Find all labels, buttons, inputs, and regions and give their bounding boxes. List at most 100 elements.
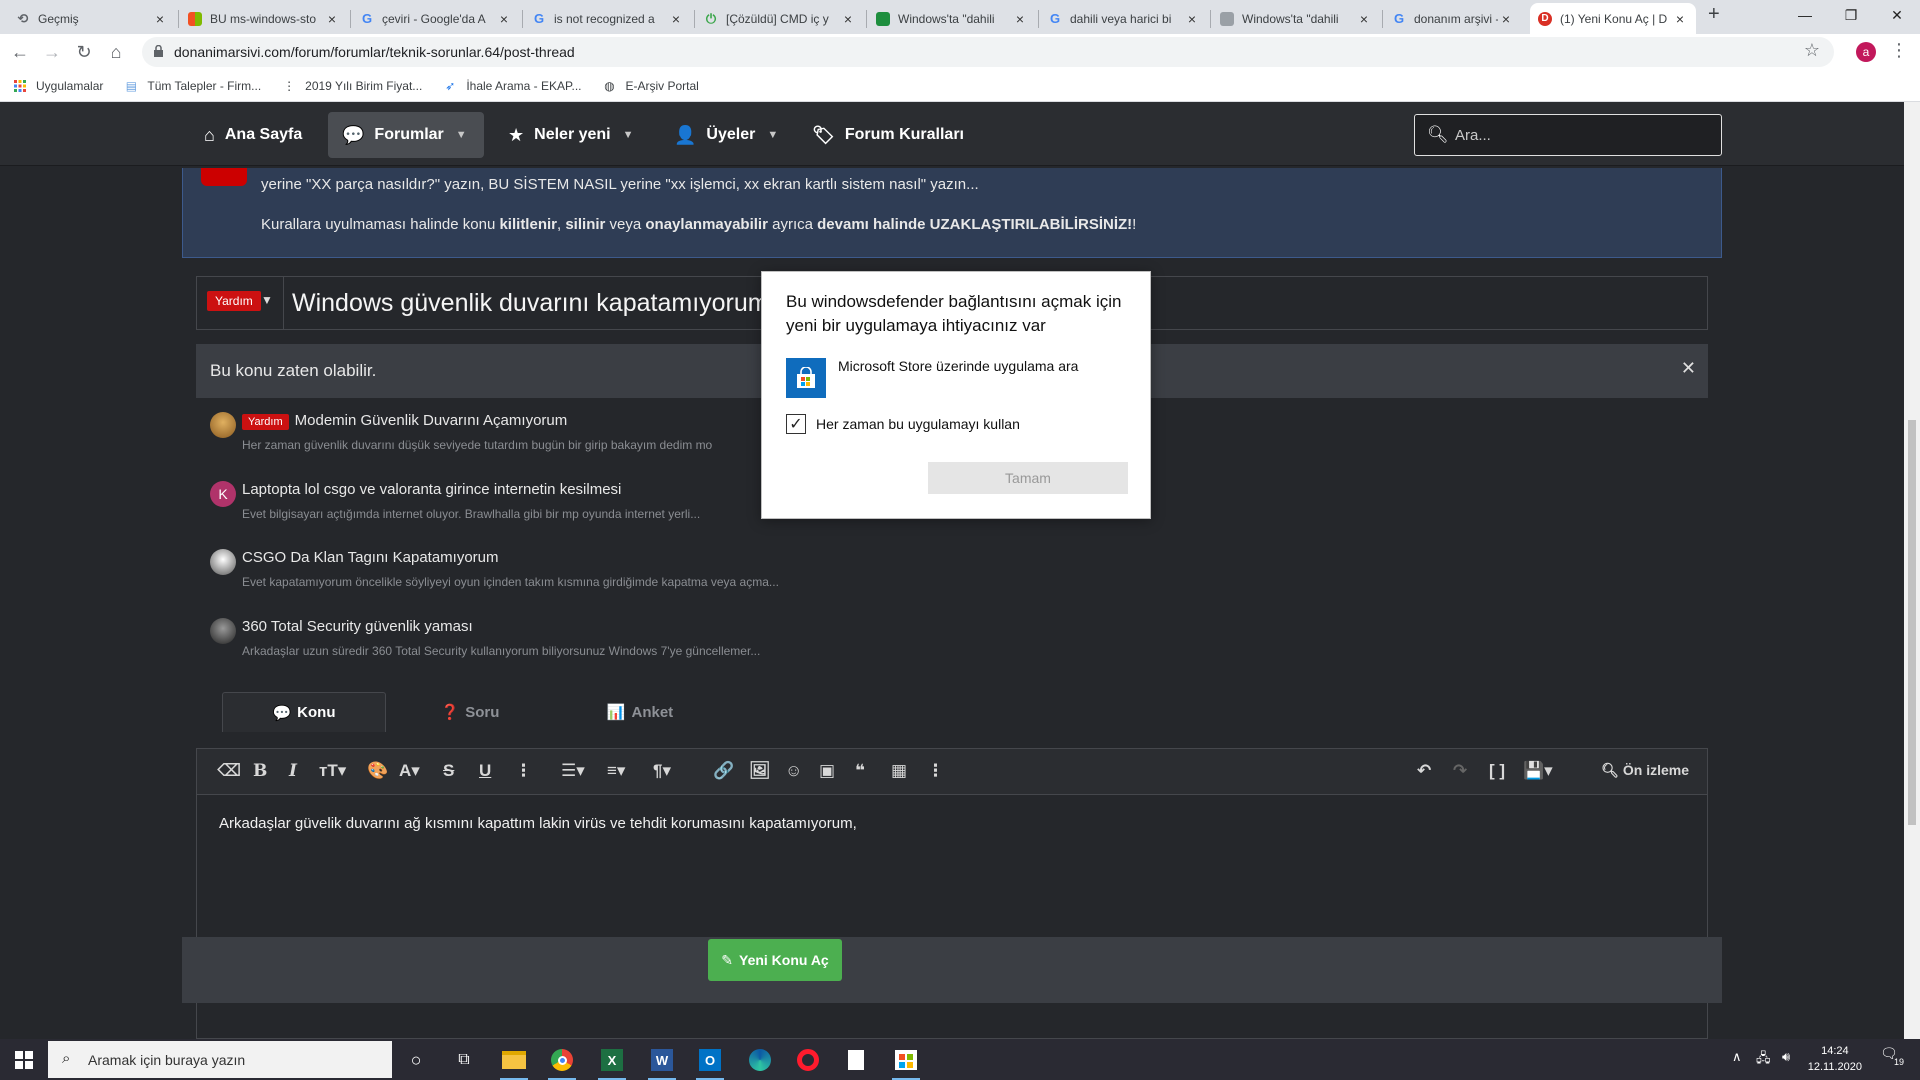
close-tab-icon[interactable]: ×	[496, 11, 512, 27]
similar-thread-item[interactable]: CSGO Da Klan Tagını Kapatamıyorum Evet k…	[210, 545, 1110, 605]
bookmark-star-icon[interactable]: ☆	[1804, 40, 1820, 61]
tab-google-donanim-arsivi[interactable]: G donanım arşivi - Go ×	[1384, 3, 1522, 34]
bookmark-ekap[interactable]: ➶ İhale Arama - EKAP...	[442, 79, 581, 93]
smiley-icon[interactable]: ☺	[785, 761, 802, 781]
undo-icon[interactable]: ↶	[1417, 761, 1431, 781]
notification-center-icon[interactable]: 🗨 19	[1880, 1045, 1908, 1073]
list-icon[interactable]: ☰▾	[561, 761, 585, 781]
microsoft-store-icon[interactable]	[786, 358, 826, 398]
close-tab-icon[interactable]: ×	[1012, 11, 1028, 27]
forum-search-input[interactable]: 🔍︎ Ara...	[1414, 114, 1722, 156]
tab-google-ceviri[interactable]: G çeviri - Google'da A ×	[352, 3, 520, 34]
submit-thread-button[interactable]: ✎ Yeni Konu Aç	[708, 939, 842, 981]
always-use-label[interactable]: Her zaman bu uygulamayı kullan	[816, 416, 1020, 432]
task-view-icon[interactable]: ⧉	[444, 1043, 484, 1077]
tab-anket[interactable]: 📊 Anket	[570, 692, 710, 732]
ok-button[interactable]: Tamam	[928, 462, 1128, 494]
tab-konu[interactable]: 💬 Konu	[222, 692, 386, 732]
menu-kebab-icon[interactable]: ⋮	[1890, 40, 1908, 61]
preview-button[interactable]: 🔍︎ Ön izleme	[1601, 762, 1689, 779]
network-icon[interactable]: 🖧	[1756, 1049, 1771, 1071]
fullscreen-icon[interactable]: [ ]	[1489, 761, 1505, 781]
minimize-button[interactable]: —	[1782, 0, 1828, 30]
quote-icon[interactable]: ❝	[855, 761, 865, 781]
thread-prefix-badge[interactable]: Yardım	[207, 291, 261, 311]
tab-windows-dahili-2[interactable]: Windows'ta "dahili ×	[1212, 3, 1380, 34]
underline-icon[interactable]: U	[479, 761, 491, 781]
tab-yeni-konu-ac[interactable]: D (1) Yeni Konu Aç | D ×	[1530, 3, 1696, 34]
prefix-chevron-down-icon[interactable]: ▼	[261, 293, 273, 307]
tab-google-not-recognized[interactable]: G is not recognized a ×	[524, 3, 692, 34]
edge-icon[interactable]	[740, 1043, 780, 1077]
taskbar-clock[interactable]: 14:24 12.11.2020	[1808, 1043, 1862, 1075]
forward-button[interactable]: →	[38, 38, 66, 66]
italic-icon[interactable]: I	[289, 761, 297, 781]
similar-thread-title[interactable]: Laptopta lol csgo ve valoranta girince i…	[242, 481, 621, 498]
reload-button[interactable]: ↻	[70, 38, 98, 66]
tab-google-dahili-harici[interactable]: G dahili veya harici bi ×	[1040, 3, 1208, 34]
paragraph-icon[interactable]: ¶▾	[653, 761, 671, 781]
volume-icon[interactable]: 🔊︎	[1782, 1049, 1790, 1065]
store-search-option[interactable]: Microsoft Store üzerinde uygulama ara	[838, 358, 1078, 374]
nav-whats-new[interactable]: ★ Neler yeni ▼	[494, 112, 648, 158]
back-button[interactable]: ←	[6, 38, 34, 66]
cortana-icon[interactable]: ○	[396, 1043, 436, 1077]
close-tab-icon[interactable]: ×	[324, 11, 340, 27]
close-tab-icon[interactable]: ×	[1184, 11, 1200, 27]
more-insert-icon[interactable]: ⋮	[927, 761, 944, 781]
address-bar[interactable]: donanimarsivi.com/forum/forumlar/teknik-…	[142, 37, 1834, 67]
redo-icon[interactable]: ↷	[1453, 761, 1467, 781]
close-window-button[interactable]: ✕	[1874, 0, 1920, 30]
more-text-icon[interactable]: ⋮	[515, 761, 532, 781]
tab-cozuldu-cmd[interactable]: ⏻ [Çözüldü] CMD iç y ×	[696, 3, 864, 34]
excel-icon[interactable]: X	[592, 1043, 632, 1080]
close-tab-icon[interactable]: ×	[1672, 11, 1688, 27]
tab-windows-dahili-1[interactable]: Windows'ta "dahili ×	[868, 3, 1036, 34]
always-use-checkbox[interactable]: ✓	[786, 414, 806, 434]
close-tab-icon[interactable]: ×	[668, 11, 684, 27]
nav-rules[interactable]: 🏷 Forum Kuralları	[798, 112, 978, 158]
chevron-up-icon[interactable]: ∧	[1732, 1049, 1742, 1065]
page-scrollbar[interactable]	[1904, 102, 1920, 1039]
font-size-icon[interactable]: ᴛT▾	[319, 761, 346, 781]
chevron-down-icon[interactable]: ▼	[623, 129, 634, 141]
start-button[interactable]	[0, 1039, 48, 1080]
chevron-down-icon[interactable]: ▼	[456, 129, 467, 141]
similar-thread-title[interactable]: 360 Total Security güvenlik yaması	[242, 618, 473, 635]
opera-icon[interactable]	[788, 1043, 828, 1077]
eraser-icon[interactable]: ⌫	[217, 761, 241, 781]
tab-soru[interactable]: ❓ Soru	[400, 692, 540, 732]
image-icon[interactable]: 🖼	[749, 761, 771, 781]
close-tab-icon[interactable]: ×	[152, 11, 168, 27]
bold-icon[interactable]: B	[253, 761, 267, 781]
nav-home[interactable]: ⌂ Ana Sayfa	[190, 112, 316, 158]
profile-avatar[interactable]: a	[1856, 42, 1876, 62]
bookmark-apps[interactable]: Uygulamalar	[12, 79, 103, 93]
word-icon[interactable]: W	[642, 1043, 682, 1080]
link-icon[interactable]: 🔗	[713, 761, 734, 781]
bookmark-tum-talepler[interactable]: ▤ Tüm Talepler - Firm...	[123, 79, 261, 93]
similar-thread-title[interactable]: Modemin Güvenlik Duvarını Açamıyorum	[295, 412, 568, 429]
media-icon[interactable]: ▣	[819, 761, 835, 781]
new-tab-button[interactable]: +	[1708, 3, 1720, 26]
taskbar-search-input[interactable]: ⌕ Aramak için buraya yazın	[48, 1041, 392, 1078]
bookmark-e-arsiv[interactable]: ◍ E-Arşiv Portal	[601, 79, 699, 93]
save-draft-icon[interactable]: 💾▾	[1523, 761, 1553, 781]
strikethrough-icon[interactable]: S	[443, 761, 454, 781]
close-icon[interactable]: ✕	[1681, 358, 1696, 379]
scrollbar-thumb[interactable]	[1908, 420, 1916, 825]
close-tab-icon[interactable]: ×	[1498, 11, 1514, 27]
chrome-icon[interactable]	[542, 1043, 582, 1080]
nav-members[interactable]: 👤 Üyeler ▼	[660, 112, 792, 158]
align-icon[interactable]: ≡▾	[607, 761, 625, 781]
editor-body-text[interactable]: Arkadaşlar güvelik duvarını ağ kısmını k…	[219, 815, 857, 832]
chevron-down-icon[interactable]: ▼	[767, 129, 778, 141]
nav-forums[interactable]: 💬 Forumlar ▼	[328, 112, 484, 158]
home-button[interactable]: ⌂	[102, 38, 130, 66]
restore-button[interactable]: ❐	[1828, 0, 1874, 30]
palette-icon[interactable]: 🎨	[367, 761, 388, 781]
similar-thread-title[interactable]: CSGO Da Klan Tagını Kapatamıyorum	[242, 549, 499, 566]
font-family-icon[interactable]: A▾	[399, 761, 420, 781]
tab-ms-windows-store[interactable]: BU ms-windows-sto ×	[180, 3, 348, 34]
close-tab-icon[interactable]: ×	[1356, 11, 1372, 27]
